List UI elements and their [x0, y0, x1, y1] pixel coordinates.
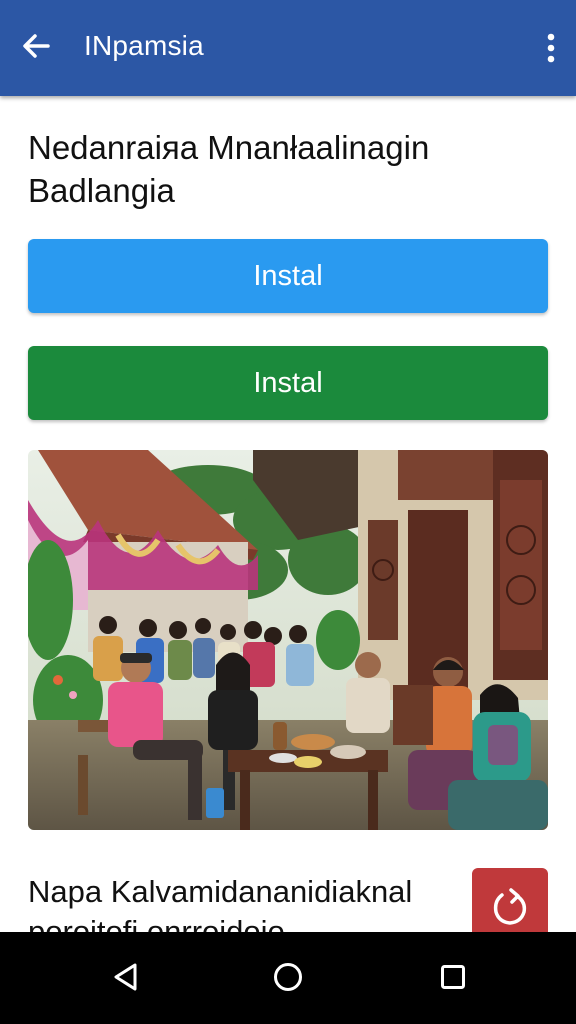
install-button-primary[interactable]: Instal	[28, 239, 548, 313]
overflow-menu-button[interactable]	[544, 30, 558, 66]
community-gathering-photo	[28, 450, 548, 830]
nav-home-icon[interactable]	[272, 961, 304, 993]
more-vert-icon	[547, 33, 555, 63]
page-headline: Nedanraiяa Mnanłaalinagin Badlangia	[28, 129, 430, 209]
app-bar: INpamsia	[0, 0, 576, 96]
app-title: INpamsia	[84, 30, 204, 61]
arrow-back-icon	[23, 34, 50, 58]
nav-recents-icon[interactable]	[440, 964, 466, 990]
back-button[interactable]	[18, 28, 54, 64]
nav-back-icon[interactable]	[111, 962, 141, 992]
system-navigation-bar	[0, 932, 576, 1024]
install-button-secondary[interactable]: Instal	[28, 346, 548, 420]
